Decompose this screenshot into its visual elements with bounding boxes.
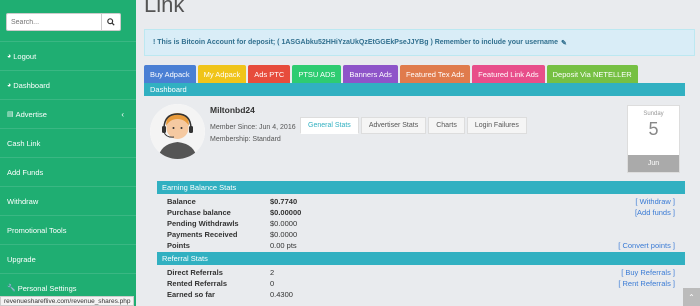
sidebar-item-logout[interactable]: ◕ Logout xyxy=(0,41,136,70)
sidebar-item-label: Personal Settings xyxy=(17,283,77,293)
table-row: Earned so far 0.4300 xyxy=(167,290,675,301)
stat-tabs: General Stats Advertiser Stats Charts Lo… xyxy=(300,117,529,134)
row-value: 0.00 pts xyxy=(270,241,297,250)
sidebar-item-label: Advertise xyxy=(15,109,47,119)
row-value: $0.7740 xyxy=(270,197,298,206)
sidebar-item-upgrade[interactable]: Upgrade xyxy=(0,244,136,273)
table-row: Points 0.00 pts [ Convert points ] xyxy=(167,241,675,252)
dashboard-icon: ◕ xyxy=(7,81,12,89)
row-label: Points xyxy=(167,241,190,250)
sidebar-item-add-funds[interactable]: Add Funds xyxy=(0,157,136,186)
tab-charts[interactable]: Charts xyxy=(428,117,465,134)
row-label: Payments Received xyxy=(167,230,238,239)
tab-buy-adpack[interactable]: Buy Adpack xyxy=(144,65,196,83)
avatar xyxy=(150,104,205,159)
tab-my-adpack[interactable]: My Adpack xyxy=(197,65,247,83)
row-label: Rented Referrals xyxy=(167,279,228,288)
row-label: Pending Withdrawls xyxy=(167,219,239,228)
member-since: Member Since: Jun 4, 2016 xyxy=(210,124,296,131)
scroll-top-button[interactable]: ⌃ xyxy=(683,288,700,306)
sidebar-item-cash-link[interactable]: Cash Link xyxy=(0,128,136,157)
table-row: Balance $0.7740 [ Withdraw ] xyxy=(167,197,675,208)
ad-tabs: Buy Adpack My Adpack Ads PTC PTSU ADS Ba… xyxy=(144,65,640,83)
table-row: Rented Referrals 0 [ Rent Referrals ] xyxy=(167,279,675,290)
add-funds-link[interactable]: [Add funds ] xyxy=(635,208,675,217)
table-row: Direct Referrals 2 [ Buy Referrals ] xyxy=(167,268,675,279)
sidebar-item-advertise[interactable]: ▤ Advertise ‹ xyxy=(0,99,136,128)
row-value: $0.0000 xyxy=(270,219,298,228)
dashboard-icon: ◕ xyxy=(7,52,12,60)
sidebar-item-label: Dashboard xyxy=(13,80,50,90)
table-row: Purchase balance $0.00000 [Add funds ] xyxy=(167,208,675,219)
buy-referrals-link[interactable]: [ Buy Referrals ] xyxy=(621,268,675,277)
chart-icon: ▤ xyxy=(7,111,14,118)
sidebar-item-promotional-tools[interactable]: Promotional Tools xyxy=(0,215,136,244)
withdraw-link[interactable]: [ Withdraw ] xyxy=(635,197,675,206)
row-value: 2 xyxy=(270,268,275,277)
sidebar: ◕ Logout ◕ Dashboard ▤ Advertise ‹ Cash … xyxy=(0,0,136,306)
search-input[interactable] xyxy=(6,13,101,31)
row-label: Purchase balance xyxy=(167,208,231,217)
row-label: Balance xyxy=(167,197,196,206)
tab-advertiser-stats[interactable]: Advertiser Stats xyxy=(360,117,427,134)
tab-general-stats[interactable]: General Stats xyxy=(300,117,359,134)
sidebar-item-label: Logout xyxy=(13,51,37,61)
sidebar-item-label: Cash Link xyxy=(7,138,41,148)
calendar-month: Jun xyxy=(628,155,679,172)
tab-login-failures[interactable]: Login Failures xyxy=(466,117,527,134)
row-value: $0.0000 xyxy=(270,230,298,239)
sidebar-item-label: Withdraw xyxy=(7,196,39,206)
search-box xyxy=(6,13,121,31)
calendar-dayname: Sunday xyxy=(643,111,664,117)
chevron-left-icon: ‹ xyxy=(121,109,124,119)
sidebar-item-dashboard[interactable]: ◕ Dashboard xyxy=(0,70,136,99)
row-label: Earned so far xyxy=(167,290,215,299)
sidebar-item-label: Upgrade xyxy=(7,254,36,264)
row-value: 0 xyxy=(270,279,275,288)
tab-banners-ads[interactable]: Banners Ads xyxy=(343,65,398,83)
tab-featured-text-ads[interactable]: Featured Tex Ads xyxy=(399,65,471,83)
earning-stats-header: Earning Balance Stats xyxy=(157,181,685,194)
wrench-icon: 🔧 xyxy=(7,285,16,292)
membership: Membership: Standard xyxy=(210,136,281,143)
pencil-icon: ✎ xyxy=(561,39,567,47)
tab-featured-link-ads[interactable]: Featured Link Ads xyxy=(472,65,545,83)
row-label: Direct Referrals xyxy=(167,268,223,277)
sidebar-item-withdraw[interactable]: Withdraw xyxy=(0,186,136,215)
calendar-day: 5 xyxy=(648,119,659,139)
tab-ptsu-ads[interactable]: PTSU ADS xyxy=(292,65,342,83)
alert-text: ! This is Bitcoin Account for deposit; (… xyxy=(153,39,559,46)
page-title: Link xyxy=(144,0,185,17)
calendar-widget: Sunday 5 Jun xyxy=(627,105,680,173)
deposit-alert: ! This is Bitcoin Account for deposit; (… xyxy=(144,29,695,56)
sidebar-item-label: Add Funds xyxy=(7,167,44,177)
table-row: Pending Withdrawls $0.0000 xyxy=(167,219,675,230)
chevron-up-icon: ⌃ xyxy=(688,292,695,302)
dashboard-bar: Dashboard xyxy=(144,83,685,96)
main-content: Link ! This is Bitcoin Account for depos… xyxy=(136,0,700,306)
row-value: 0.4300 xyxy=(270,290,293,299)
row-value: $0.00000 xyxy=(270,208,302,217)
tab-ads-ptc[interactable]: Ads PTC xyxy=(248,65,291,83)
search-icon xyxy=(107,18,115,26)
status-bar-url: revenueshareflive.com/revenue_shares.php xyxy=(0,296,135,306)
referral-stats-header: Referral Stats xyxy=(157,252,685,265)
sidebar-item-label: Promotional Tools xyxy=(7,225,67,235)
table-row: Payments Received $0.0000 xyxy=(167,230,675,241)
rent-referrals-link[interactable]: [ Rent Referrals ] xyxy=(618,279,675,288)
search-button[interactable] xyxy=(101,13,121,31)
tab-deposit-neteller[interactable]: Deposit Via NETELLER xyxy=(546,65,638,83)
username: Miltonbd24 xyxy=(210,105,255,115)
convert-points-link[interactable]: [ Convert points ] xyxy=(618,241,675,250)
